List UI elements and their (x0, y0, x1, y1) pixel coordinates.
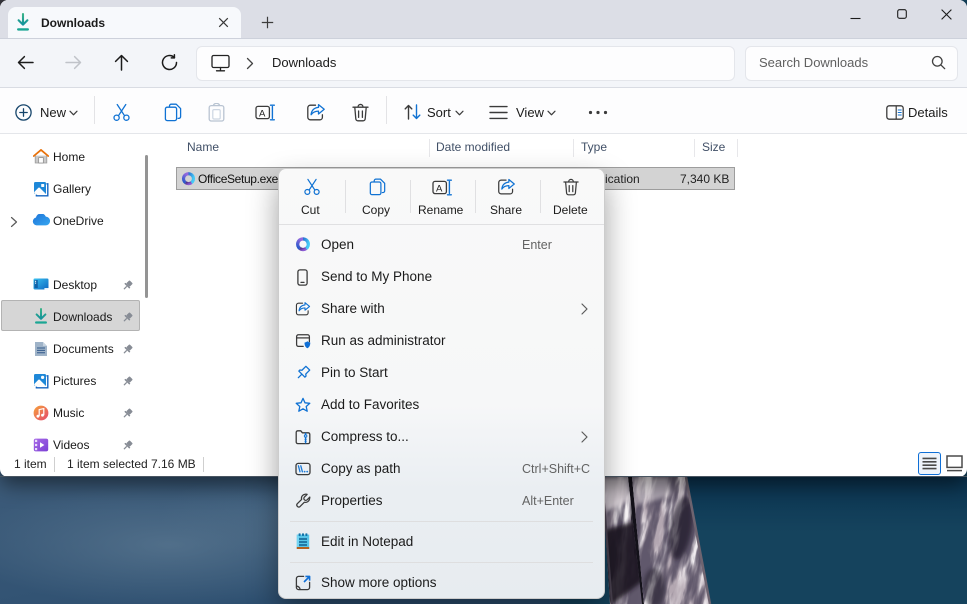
svg-text:A: A (259, 108, 266, 119)
svg-text:A: A (436, 183, 443, 194)
